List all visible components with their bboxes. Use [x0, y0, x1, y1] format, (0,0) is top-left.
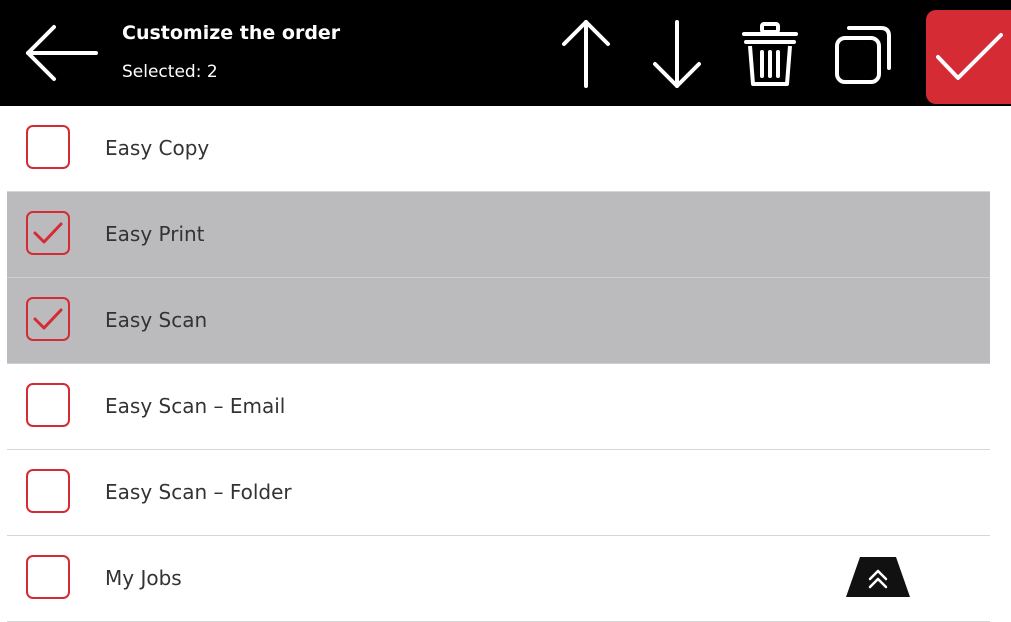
item-label: Easy Copy: [105, 136, 210, 160]
item-checkbox[interactable]: [26, 383, 70, 427]
item-label: Easy Scan – Folder: [105, 480, 292, 504]
check-icon: [33, 308, 63, 330]
trash-icon: [742, 22, 798, 86]
list-item[interactable]: Easy Scan – Folder: [7, 450, 990, 536]
duplicate-button[interactable]: [831, 18, 895, 90]
list-item[interactable]: Easy Scan – Email: [7, 364, 990, 450]
list-item[interactable]: Easy Scan: [7, 278, 990, 364]
item-label: My Jobs: [105, 566, 182, 590]
list-item[interactable]: Easy Print: [7, 192, 990, 278]
arrow-down-icon: [653, 20, 701, 88]
delete-button[interactable]: [738, 18, 802, 90]
app-list: Easy Copy Easy Print Easy Scan Easy Scan – …: [7, 106, 990, 622]
move-up-button[interactable]: [554, 18, 618, 90]
header-bar: Customize the order Selected: 2: [0, 0, 1011, 106]
list-item[interactable]: Easy Copy: [7, 106, 990, 192]
item-checkbox[interactable]: [26, 211, 70, 255]
item-label: Easy Scan – Email: [105, 394, 286, 418]
back-button[interactable]: [24, 22, 100, 84]
checkmark-icon: [936, 33, 1003, 80]
item-checkbox[interactable]: [26, 297, 70, 341]
item-label: Easy Print: [105, 222, 205, 246]
page-title: Customize the order: [122, 22, 341, 44]
item-checkbox[interactable]: [26, 555, 70, 599]
check-icon: [33, 222, 63, 244]
double-chevron-up-icon: [846, 557, 910, 597]
confirm-button[interactable]: [926, 10, 1011, 104]
arrow-left-icon: [26, 25, 98, 81]
item-label: Easy Scan: [105, 308, 208, 332]
selection-count: Selected: 2: [122, 62, 218, 82]
arrow-up-icon: [562, 20, 610, 88]
duplicate-icon: [835, 26, 891, 84]
scroll-to-top-button[interactable]: [846, 557, 910, 597]
item-checkbox[interactable]: [26, 469, 70, 513]
list-item[interactable]: My Jobs: [7, 536, 990, 622]
scroll-gutter: [990, 106, 1011, 496]
move-down-button[interactable]: [645, 18, 709, 90]
item-checkbox[interactable]: [26, 125, 70, 169]
